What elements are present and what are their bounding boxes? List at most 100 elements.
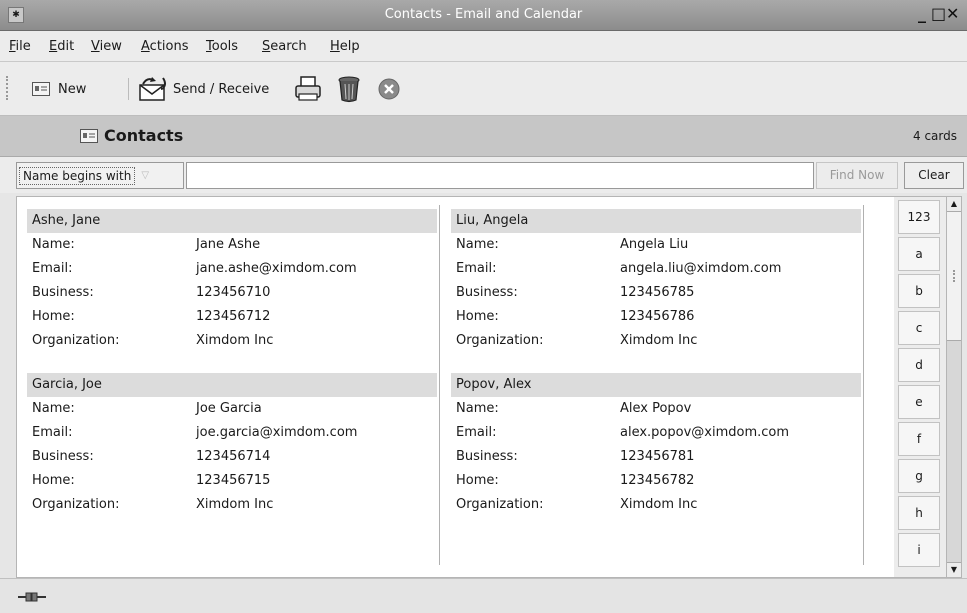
- name-value: Alex Popov: [620, 401, 692, 416]
- scroll-thumb[interactable]: [947, 212, 961, 341]
- menu-tools[interactable]: Tools: [206, 39, 238, 54]
- delete-button[interactable]: [336, 76, 362, 103]
- email-label: Email:: [32, 261, 73, 276]
- toolbar-separator: [128, 78, 129, 100]
- home-value: 123456782: [620, 473, 695, 488]
- window-title: Contacts - Email and Calendar: [384, 7, 583, 22]
- email-value[interactable]: alex.popov@ximdom.com: [620, 421, 789, 445]
- business-label: Business:: [456, 449, 518, 464]
- scroll-up-icon[interactable]: ▲: [947, 197, 961, 212]
- search-input[interactable]: [186, 162, 814, 189]
- stop-icon: [378, 78, 400, 100]
- search-mode-dropdown[interactable]: Name begins with ▽: [16, 162, 184, 189]
- name-label: Name:: [456, 237, 499, 252]
- search-mode-label: Name begins with: [19, 166, 136, 185]
- maximize-icon[interactable]: □: [931, 4, 946, 23]
- index-button-b[interactable]: b: [898, 274, 940, 308]
- index-button-e[interactable]: e: [898, 385, 940, 419]
- name-value: Jane Ashe: [196, 237, 261, 252]
- vertical-scrollbar[interactable]: ▲ ▼: [946, 196, 962, 578]
- send-receive-label: Send / Receive: [173, 81, 270, 97]
- business-label: Business:: [32, 285, 94, 300]
- contact-card[interactable]: Ashe, Jane Name: Jane Ashe Email: jane.ash…: [27, 209, 437, 353]
- organization-label: Organization:: [456, 333, 544, 348]
- menu-file[interactable]: File: [9, 39, 31, 54]
- home-value: 123456715: [196, 473, 271, 488]
- contact-card[interactable]: Popov, Alex Name: Alex Popov Email: alex.p…: [451, 373, 861, 517]
- column-divider: [439, 205, 440, 565]
- toolbar-grip[interactable]: [6, 76, 12, 100]
- home-value: 123456786: [620, 309, 695, 324]
- alphabet-index: 123 a b c d e f g h i: [894, 196, 946, 578]
- send-receive-button[interactable]: Send / Receive: [137, 76, 269, 102]
- contact-card-icon: [32, 82, 50, 96]
- index-button-i[interactable]: i: [898, 533, 940, 567]
- delete-icon: [338, 76, 360, 103]
- new-label: New: [58, 81, 87, 97]
- status-bar: [0, 578, 967, 613]
- menu-edit[interactable]: Edit: [49, 39, 74, 54]
- home-value: 123456712: [196, 309, 271, 324]
- chevron-down-icon: ▽: [141, 170, 150, 181]
- index-button-d[interactable]: d: [898, 348, 940, 382]
- contact-card[interactable]: Liu, Angela Name: Angela Liu Email: angela…: [451, 209, 861, 353]
- index-button-c[interactable]: c: [898, 311, 940, 345]
- contact-card[interactable]: Garcia, Joe Name: Joe Garcia Email: joe.ga…: [27, 373, 437, 517]
- name-label: Name:: [456, 401, 499, 416]
- email-label: Email:: [456, 261, 497, 276]
- index-button-a[interactable]: a: [898, 237, 940, 271]
- contact-card-title[interactable]: Liu, Angela: [451, 209, 861, 233]
- contact-card-icon: [80, 128, 98, 143]
- index-button-g[interactable]: g: [898, 459, 940, 493]
- send-receive-icon: [139, 77, 166, 101]
- index-button-123[interactable]: 123: [898, 200, 940, 234]
- title-bar: ✱ Contacts - Email and Calendar _ □✕: [0, 0, 967, 31]
- business-value: 123456785: [620, 285, 695, 300]
- organization-value: Ximdom Inc: [620, 333, 698, 348]
- contact-card-title[interactable]: Garcia, Joe: [27, 373, 437, 397]
- business-label: Business:: [32, 449, 94, 464]
- minimize-icon[interactable]: _: [916, 4, 931, 23]
- name-value: Joe Garcia: [196, 401, 262, 416]
- stop-button[interactable]: [378, 76, 400, 102]
- organization-label: Organization:: [32, 497, 120, 512]
- contact-card-title[interactable]: Popov, Alex: [451, 373, 861, 397]
- print-icon: [295, 76, 321, 101]
- home-label: Home:: [456, 309, 499, 324]
- email-label: Email:: [32, 425, 73, 440]
- home-label: Home:: [456, 473, 499, 488]
- card-count: 4 cards: [913, 129, 957, 143]
- business-value: 123456710: [196, 285, 271, 300]
- find-now-button[interactable]: Find Now: [816, 162, 898, 189]
- menu-help[interactable]: Help: [330, 39, 360, 54]
- email-label: Email:: [456, 425, 497, 440]
- organization-label: Organization:: [32, 333, 120, 348]
- print-button[interactable]: [294, 76, 322, 102]
- close-icon[interactable]: ✕: [946, 4, 961, 23]
- index-button-f[interactable]: f: [898, 422, 940, 456]
- folder-title: Contacts: [80, 126, 183, 145]
- toolbar: New Send / Receive: [0, 62, 967, 116]
- clear-button[interactable]: Clear: [904, 162, 964, 189]
- business-label: Business:: [456, 285, 518, 300]
- contact-cards-view: Ashe, Jane Name: Jane Ashe Email: jane.ash…: [16, 196, 896, 578]
- contact-card-title[interactable]: Ashe, Jane: [27, 209, 437, 233]
- home-label: Home:: [32, 309, 75, 324]
- column-divider: [863, 205, 864, 565]
- menu-bar: File Edit View Actions Tools Search Help: [0, 31, 967, 62]
- organization-value: Ximdom Inc: [620, 497, 698, 512]
- index-button-h[interactable]: h: [898, 496, 940, 530]
- email-value[interactable]: angela.liu@ximdom.com: [620, 257, 781, 281]
- search-bar: Name begins with ▽ Find Now Clear: [0, 157, 967, 193]
- online-status-icon[interactable]: [18, 591, 46, 603]
- scroll-down-icon[interactable]: ▼: [947, 562, 961, 577]
- window-controls: _ □✕: [916, 4, 961, 23]
- menu-view[interactable]: View: [91, 39, 122, 54]
- name-label: Name:: [32, 401, 75, 416]
- name-label: Name:: [32, 237, 75, 252]
- menu-search[interactable]: Search: [262, 39, 307, 54]
- email-value[interactable]: jane.ashe@ximdom.com: [196, 257, 357, 281]
- menu-actions[interactable]: Actions: [141, 39, 189, 54]
- email-value[interactable]: joe.garcia@ximdom.com: [196, 421, 357, 445]
- new-button[interactable]: New: [32, 76, 86, 102]
